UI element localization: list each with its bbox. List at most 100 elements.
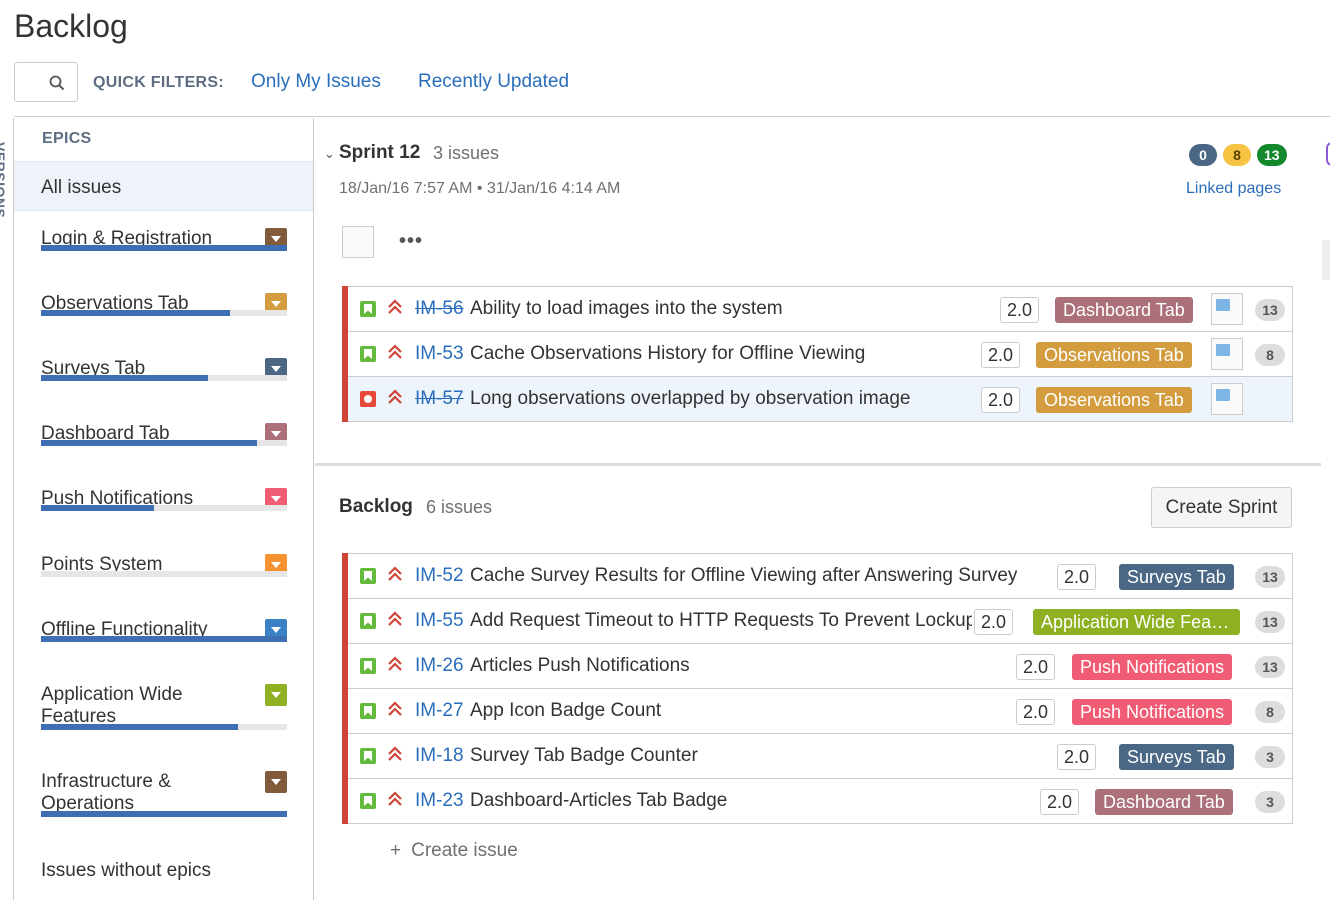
epic-item[interactable]: Observations Tab	[41, 293, 287, 316]
assignee-avatar-icon	[1211, 293, 1243, 325]
epic-lozenge[interactable]: Surveys Tab	[1119, 564, 1234, 590]
issue-count-badge: 3	[1255, 746, 1285, 768]
right-edge-avatar-icon[interactable]	[1326, 142, 1330, 166]
epic-item[interactable]: Application Wide Features	[41, 684, 287, 730]
story-type-icon	[360, 748, 376, 764]
epic-item[interactable]: Surveys Tab	[41, 358, 287, 381]
sprint-more-actions-icon[interactable]: •••	[399, 230, 423, 253]
story-type-icon	[360, 703, 376, 719]
epic-item[interactable]: Login & Registration	[41, 228, 287, 251]
epic-progress-fill	[41, 505, 155, 511]
issue-key-link[interactable]: IM-18	[415, 745, 464, 767]
sprint-name: Sprint 12	[339, 142, 421, 163]
story-points-estimate: 2.0	[1015, 654, 1055, 680]
issue-row[interactable]: IM-18 Survey Tab Badge Counter 2.0 Surveys …	[342, 733, 1292, 779]
priority-highest-icon	[388, 701, 402, 722]
epic-progress-fill	[41, 811, 287, 817]
epic-progress-bar	[41, 636, 287, 642]
epic-item[interactable]: Offline Functionality	[41, 619, 287, 642]
issue-flag-marker	[342, 643, 348, 689]
issue-summary: Ability to load images into the system	[470, 298, 783, 319]
issue-summary: Cache Survey Results for Offline Viewing…	[470, 565, 1018, 586]
issue-key-link[interactable]: IM-55	[415, 610, 464, 632]
issue-key-link[interactable]: IM-27	[415, 700, 464, 722]
priority-highest-icon	[388, 746, 402, 767]
issue-count-badge: 13	[1255, 611, 1285, 633]
issue-row[interactable]: IM-57 Long observations overlapped by obs…	[342, 376, 1292, 422]
issue-row[interactable]: IM-55 Add Request Timeout to HTTP Request…	[342, 598, 1292, 644]
story-points-estimate: 2.0	[1056, 744, 1096, 770]
epic-lozenge[interactable]: Application Wide Features	[1033, 609, 1240, 635]
issue-row[interactable]: IM-53 Cache Observations History for Offl…	[342, 331, 1292, 377]
issue-key-link[interactable]: IM-57	[415, 388, 464, 410]
issue-flag-marker	[342, 598, 348, 644]
issue-key-link[interactable]: IM-23	[415, 790, 464, 812]
sprint-image-icon	[342, 226, 374, 258]
quick-filters-label: QUICK FILTERS:	[93, 74, 225, 91]
linked-pages-link[interactable]: Linked pages	[1186, 180, 1281, 198]
backlog-issue-list: IM-52 Cache Survey Results for Offline Vi…	[342, 553, 1293, 824]
status-count-badge: 13	[1257, 144, 1287, 166]
priority-highest-icon	[388, 791, 402, 812]
issue-row[interactable]: IM-27 App Icon Badge Count 2.0 Push Notific…	[342, 688, 1292, 734]
create-issue-button[interactable]: + Create issue	[390, 840, 518, 862]
epic-lozenge[interactable]: Dashboard Tab	[1055, 297, 1193, 323]
issue-key-link[interactable]: IM-56	[415, 298, 464, 320]
epic-dropdown-icon[interactable]	[265, 684, 287, 706]
epic-progress-bar	[41, 245, 287, 251]
issue-summary: Articles Push Notifications	[470, 655, 690, 676]
story-type-icon	[360, 793, 376, 809]
quick-filter-recently-updated[interactable]: Recently Updated	[418, 71, 569, 93]
epic-dropdown-icon[interactable]	[265, 771, 287, 793]
issue-row[interactable]: IM-26 Articles Push Notifications 2.0 Push …	[342, 643, 1292, 689]
priority-highest-icon	[388, 344, 402, 365]
epic-lozenge[interactable]: Observations Tab	[1036, 387, 1192, 413]
epic-lozenge[interactable]: Dashboard Tab	[1095, 789, 1233, 815]
epic-progress-fill	[41, 724, 238, 730]
epic-progress-fill	[41, 245, 287, 251]
quick-filter-only-my-issues[interactable]: Only My Issues	[251, 71, 381, 93]
plus-icon: +	[390, 840, 402, 861]
story-type-icon	[360, 301, 376, 317]
priority-highest-icon	[388, 389, 402, 410]
issue-row[interactable]: IM-56 Ability to load images into the sys…	[342, 286, 1292, 332]
priority-highest-icon	[388, 566, 402, 587]
epic-lozenge[interactable]: Surveys Tab	[1119, 744, 1234, 770]
epic-item[interactable]: Infrastructure & Operations	[41, 771, 287, 817]
epic-progress-bar	[41, 440, 287, 446]
issue-summary: Dashboard-Articles Tab Badge	[470, 790, 728, 811]
scrollbar[interactable]	[1322, 240, 1330, 280]
epic-lozenge[interactable]: Push Notifications	[1072, 699, 1233, 725]
issue-summary: App Icon Badge Count	[470, 700, 662, 721]
epic-progress-bar	[41, 375, 287, 381]
issue-key-link[interactable]: IM-26	[415, 655, 464, 677]
issue-row[interactable]: IM-23 Dashboard-Articles Tab Badge 2.0 Dash…	[342, 778, 1292, 824]
create-sprint-button[interactable]: Create Sprint	[1151, 487, 1292, 528]
epics-panel: EPICS All issues Login & Registration Obs…	[14, 118, 314, 900]
story-type-icon	[360, 568, 376, 584]
issue-count-badge: 3	[1255, 791, 1285, 813]
epic-item[interactable]: Points System	[41, 554, 287, 577]
search-input[interactable]	[14, 62, 78, 102]
epic-lozenge[interactable]: Push Notifications	[1072, 654, 1233, 680]
story-points-estimate: 2.0	[1056, 564, 1096, 590]
epic-all-issues[interactable]: All issues	[14, 161, 313, 211]
epic-progress-bar	[41, 571, 287, 577]
epic-lozenge[interactable]: Observations Tab	[1036, 342, 1192, 368]
sprint-collapse-chevron-icon[interactable]: ⌄	[324, 146, 335, 162]
sprint-dates: 18/Jan/16 7:57 AM • 31/Jan/16 4:14 AM	[339, 180, 621, 197]
header-divider	[14, 116, 1330, 117]
issues-without-epics[interactable]: Issues without epics	[41, 860, 211, 882]
issue-flag-marker	[342, 688, 348, 734]
sprint-issue-count: 3 issues	[433, 143, 500, 163]
issue-key-link[interactable]: IM-52	[415, 565, 464, 587]
issue-flag-marker	[342, 376, 348, 422]
issue-summary: Cache Observations History for Offline V…	[470, 343, 866, 364]
epic-item[interactable]: Push Notifications	[41, 488, 287, 511]
issue-row[interactable]: IM-52 Cache Survey Results for Offline Vi…	[342, 553, 1292, 599]
versions-tab[interactable]: VERSIONS	[0, 118, 14, 900]
epic-item[interactable]: Dashboard Tab	[41, 423, 287, 446]
status-count-badge: 8	[1223, 144, 1251, 166]
issue-key-link[interactable]: IM-53	[415, 343, 464, 365]
issue-count-badge: 13	[1255, 299, 1285, 321]
